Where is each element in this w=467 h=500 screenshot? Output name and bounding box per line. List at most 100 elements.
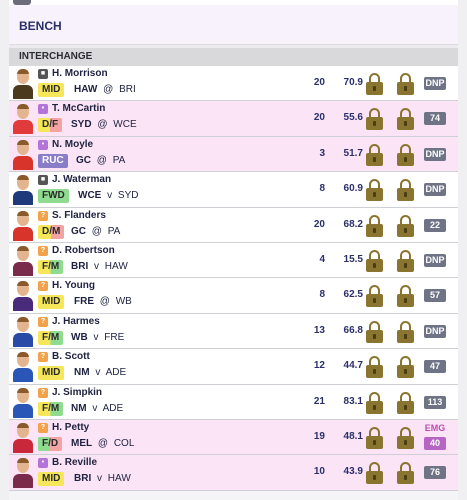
padlock-icon[interactable] — [366, 73, 383, 95]
opponent-code: WB — [115, 296, 132, 308]
player-row[interactable]: ? D. Robertson F/M BRI v HAW 4 15.5 DNP — [9, 242, 458, 279]
player-row[interactable]: • B. Reville MID BRI v HAW 10 43.9 76 — [9, 455, 458, 491]
player-row[interactable]: ? H. Petty F/D MEL @ COL 19 48.1 EMG 40 — [9, 419, 458, 456]
position-tag: F/M — [38, 330, 64, 345]
padlock-icon[interactable] — [397, 356, 414, 379]
padlock-icon[interactable] — [397, 179, 414, 202]
orange-status-icon: ? — [38, 281, 48, 292]
player-name[interactable]: B. Scott — [52, 351, 90, 362]
fixture-separator: v — [94, 260, 100, 272]
player-row[interactable]: ■ H. Morrison MID HAW @ BRI 20 70.9 DNP — [9, 66, 458, 102]
player-name[interactable]: J. Simpkin — [52, 387, 102, 398]
average-score: 43.9 — [343, 466, 363, 478]
fixture-separator: v — [97, 473, 103, 485]
padlock-icon[interactable] — [397, 391, 414, 414]
player-name[interactable]: H. Petty — [52, 422, 89, 433]
team-code: MEL — [71, 437, 93, 449]
padlock-icon[interactable] — [366, 462, 383, 485]
padlock-icon[interactable] — [366, 249, 383, 272]
padlock-icon[interactable] — [366, 426, 383, 449]
player-row[interactable]: ■ J. Waterman FWD WCE v SYD 8 60.9 DNP — [9, 172, 458, 208]
opponent-code: HAW — [104, 260, 128, 272]
team-code: NM — [74, 367, 90, 379]
padlock-icon[interactable] — [397, 462, 414, 485]
position-tag: F/M — [38, 401, 64, 416]
player-avatar[interactable] — [12, 351, 34, 383]
player-avatar[interactable] — [12, 280, 34, 312]
player-avatar[interactable] — [12, 316, 34, 347]
fixture-separator: v — [107, 190, 113, 202]
padlock-icon[interactable] — [397, 426, 414, 449]
purple-status-icon: • — [38, 139, 48, 150]
team-panel: BENCH INTERCHANGE ■ H. Morrison MID HAW … — [9, 0, 458, 500]
team-code: GC — [76, 154, 91, 166]
fixture: BRI v HAW — [74, 473, 131, 484]
player-row[interactable]: ? B. Scott MID NM v ADE 12 44.7 47 — [9, 349, 458, 385]
orange-status-icon: ? — [38, 245, 48, 256]
player-avatar[interactable] — [12, 422, 34, 453]
player-avatar[interactable] — [12, 457, 34, 489]
team-code: NM — [71, 402, 87, 414]
player-row[interactable]: ? J. Harmes F/M WB v FRE 13 66.8 DNP — [9, 313, 458, 350]
fixture-separator: @ — [103, 84, 114, 95]
games-played: 13 — [313, 324, 325, 336]
player-name[interactable]: B. Reville — [52, 457, 97, 468]
player-avatar[interactable] — [12, 174, 34, 206]
padlock-icon[interactable] — [366, 214, 383, 237]
opponent-code: ADE — [102, 402, 124, 414]
games-played: 10 — [313, 466, 325, 478]
player-row[interactable]: ? J. Simpkin F/M NM v ADE 21 83.1 113 — [9, 384, 458, 420]
opponent-code: PA — [112, 154, 126, 166]
list-footer — [9, 491, 458, 500]
padlock-icon[interactable] — [366, 143, 383, 166]
player-avatar[interactable] — [12, 68, 34, 99]
team-code: BRI — [74, 473, 92, 485]
player-avatar[interactable] — [12, 103, 34, 135]
team-code: GC — [71, 225, 86, 237]
player-avatar[interactable] — [12, 387, 34, 418]
fixture: SYD @ WCE — [71, 119, 137, 130]
player-name[interactable]: H. Young — [52, 280, 95, 291]
average-score: 68.2 — [343, 218, 363, 230]
score-badge: DNP — [424, 324, 446, 338]
opponent-code: COL — [113, 437, 135, 449]
padlock-icon[interactable] — [397, 214, 414, 237]
average-score: 70.9 — [343, 77, 363, 88]
team-code: SYD — [71, 119, 92, 131]
player-name[interactable]: T. McCartin — [52, 103, 105, 114]
padlock-icon[interactable] — [366, 320, 383, 343]
player-avatar[interactable] — [12, 139, 34, 170]
player-row[interactable]: • T. McCartin D/F SYD @ WCE 20 55.6 74 — [9, 101, 458, 137]
padlock-icon[interactable] — [366, 391, 383, 414]
padlock-icon[interactable] — [366, 179, 383, 202]
padlock-icon[interactable] — [397, 73, 414, 95]
fixture-separator: v — [95, 367, 101, 379]
player-row[interactable]: ? H. Young MID FRE @ WB 8 62.5 57 — [9, 278, 458, 314]
orange-status-icon: ? — [38, 316, 48, 327]
player-row[interactable]: • N. Moyle RUC GC @ PA 3 51.7 DNP — [9, 136, 458, 173]
position-tag: RUC — [38, 153, 68, 168]
padlock-icon[interactable] — [366, 285, 383, 308]
padlock-icon[interactable] — [366, 108, 383, 131]
games-played: 19 — [313, 430, 325, 442]
opponent-code: PA — [107, 225, 121, 237]
fixture: GC @ PA — [76, 155, 125, 166]
team-code: FRE — [74, 296, 94, 308]
padlock-icon[interactable] — [397, 143, 414, 166]
player-name[interactable]: N. Moyle — [52, 139, 93, 150]
padlock-icon[interactable] — [397, 108, 414, 131]
purple-status-icon: • — [38, 458, 48, 469]
player-avatar[interactable] — [12, 245, 34, 276]
player-name[interactable]: H. Morrison — [52, 68, 108, 79]
player-name[interactable]: S. Flanders — [52, 210, 106, 221]
player-name[interactable]: J. Harmes — [52, 316, 100, 327]
player-name[interactable]: J. Waterman — [52, 174, 111, 185]
padlock-icon[interactable] — [397, 285, 414, 308]
padlock-icon[interactable] — [397, 320, 414, 343]
padlock-icon[interactable] — [366, 356, 383, 379]
bench-title: BENCH — [19, 19, 62, 33]
player-row[interactable]: ? S. Flanders D/M GC @ PA 20 68.2 22 — [9, 207, 458, 243]
player-name[interactable]: D. Robertson — [52, 245, 115, 256]
player-avatar[interactable] — [12, 210, 34, 241]
padlock-icon[interactable] — [397, 249, 414, 272]
